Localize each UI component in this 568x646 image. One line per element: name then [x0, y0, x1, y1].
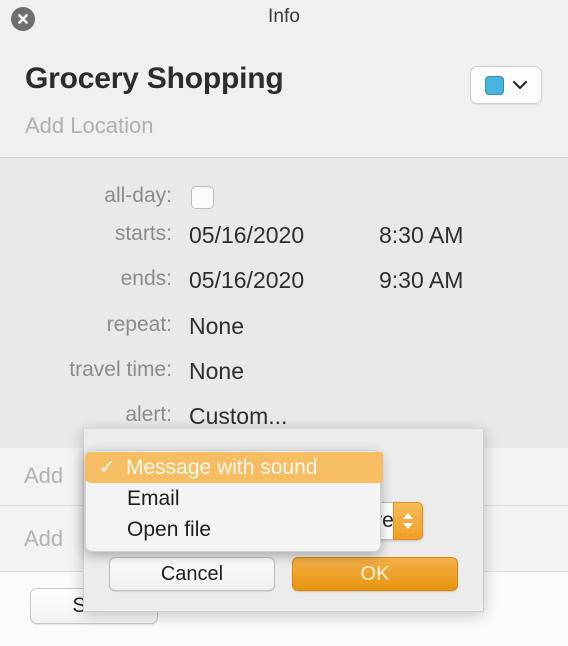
ok-button[interactable]: OK [292, 557, 458, 591]
calendar-color-swatch [484, 75, 504, 95]
field-label-travel-time: travel time: [69, 358, 172, 381]
menu-item-label: Open file [127, 517, 212, 541]
window-title: Info [267, 6, 301, 27]
field-label-ends: ends: [120, 267, 172, 290]
add-invitees-label: Add [24, 463, 64, 488]
info-window: Info Grocery Shopping Add Location all-d… [0, 0, 568, 646]
window-header: Info Grocery Shopping Add Location [0, 0, 568, 158]
chevron-down-icon [512, 80, 527, 90]
field-label-repeat: repeat: [106, 313, 172, 336]
ends-time-field[interactable]: 9:30 AM [379, 267, 463, 294]
all-day-checkbox[interactable] [191, 186, 214, 209]
menu-item-label: Message with sound [126, 455, 318, 479]
menu-item-open-file[interactable]: Open file [86, 514, 380, 545]
event-title: Grocery Shopping [25, 62, 284, 95]
cancel-button[interactable]: Cancel [109, 557, 275, 591]
field-label-starts: starts: [114, 222, 172, 245]
menu-item-email[interactable]: Email [86, 483, 380, 514]
field-row-ends: ends: 05/16/2020 9:30 AM [0, 267, 568, 297]
starts-date-field[interactable]: 05/16/2020 [189, 222, 304, 249]
starts-time-field[interactable]: 8:30 AM [379, 222, 463, 249]
up-down-stepper-icon[interactable] [393, 502, 423, 540]
event-fields: all-day: starts: 05/16/2020 8:30 AM ends… [0, 158, 568, 448]
menu-item-message-with-sound[interactable]: ✓ Message with sound [85, 452, 383, 483]
travel-time-value[interactable]: None [189, 358, 244, 385]
alert-type-menu[interactable]: ✓ Message with sound Email Open file [85, 450, 383, 552]
field-label-all-day: all-day: [104, 184, 172, 207]
ends-date-field[interactable]: 05/16/2020 [189, 267, 304, 294]
add-notes-label: Add [24, 526, 64, 551]
event-location-input[interactable]: Add Location [25, 113, 153, 139]
alert-value[interactable]: Custom... [189, 403, 287, 430]
field-label-alert: alert: [125, 403, 172, 426]
checkmark-icon: ✓ [99, 457, 115, 478]
field-row-starts: starts: 05/16/2020 8:30 AM [0, 222, 568, 252]
repeat-value[interactable]: None [189, 313, 244, 340]
field-row-repeat: repeat: None [0, 313, 568, 343]
field-row-all-day: all-day: [0, 184, 568, 214]
menu-item-label: Email [127, 486, 180, 510]
field-row-travel-time: travel time: None [0, 358, 568, 388]
calendar-color-picker[interactable] [470, 66, 542, 104]
